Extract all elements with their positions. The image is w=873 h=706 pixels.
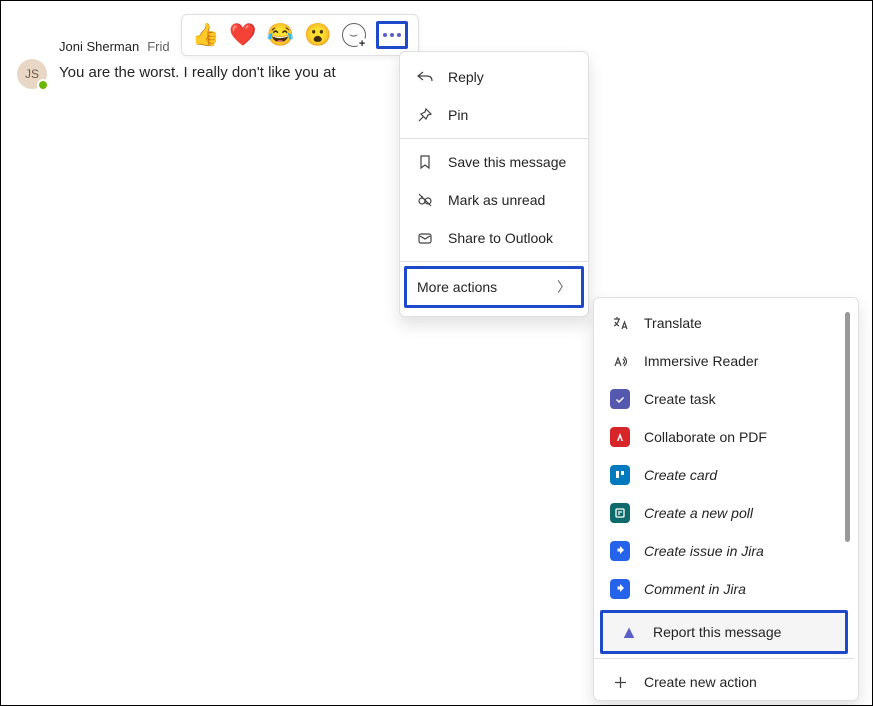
jira-app-icon [610,541,630,561]
submenu-create-new-action[interactable]: Create new action [594,663,854,694]
reaction-like-icon[interactable]: 👍 [192,24,219,46]
context-menu: Reply Pin Save this message Mark as unre… [399,51,589,317]
presence-available-icon [37,79,49,91]
reaction-toolbar: 👍 ❤️ 😂 😮 + [181,14,419,56]
submenu-immersive-label: Immersive Reader [644,353,758,369]
immersive-reader-icon [610,351,630,371]
pin-icon [416,106,434,124]
menu-save[interactable]: Save this message [400,143,588,181]
menu-share-outlook[interactable]: Share to Outlook [400,219,588,257]
submenu-jira-issue[interactable]: Create issue in Jira [594,532,854,570]
submenu-jira-issue-label: Create issue in Jira [644,543,764,559]
menu-pin-label: Pin [448,107,468,123]
avatar-container[interactable]: JS [17,59,47,89]
jira-app-icon [610,579,630,599]
translate-icon [610,313,630,333]
menu-more-label: More actions [417,279,497,295]
submenu-pdf-label: Collaborate on PDF [644,429,767,445]
submenu-jira-comment-label: Comment in Jira [644,581,746,597]
submenu-task-label: Create task [644,391,716,407]
sender-name[interactable]: Joni Sherman [59,39,139,54]
submenu-collaborate-pdf[interactable]: Collaborate on PDF [594,418,854,456]
chevron-right-icon: 〉 [557,277,571,297]
message-timestamp: Frid [147,39,169,54]
menu-reply-label: Reply [448,69,484,85]
submenu-create-card[interactable]: Create card [594,456,854,494]
scrollbar[interactable] [845,312,850,542]
reaction-laugh-icon[interactable]: 😂 [267,24,294,46]
menu-divider [400,138,588,139]
more-actions-submenu: Translate Immersive Reader Create task C… [593,297,859,701]
more-options-button[interactable] [376,21,408,49]
plus-icon: + [357,38,368,49]
submenu-poll-label: Create a new poll [644,505,753,521]
reaction-heart-icon[interactable]: ❤️ [229,24,256,46]
add-reaction-icon[interactable]: + [342,23,366,47]
submenu-card-label: Create card [644,467,717,483]
reaction-surprised-icon[interactable]: 😮 [304,24,331,46]
submenu-jira-comment[interactable]: Comment in Jira [594,570,854,608]
submenu-report-message[interactable]: ▲ Report this message [600,610,848,654]
reply-icon [416,68,434,86]
submenu-report-label: Report this message [653,624,781,640]
submenu-create-task[interactable]: Create task [594,380,854,418]
submenu-new-action-label: Create new action [644,674,757,690]
menu-reply[interactable]: Reply [400,58,588,96]
submenu-translate-label: Translate [644,315,702,331]
menu-save-label: Save this message [448,154,566,170]
forms-app-icon [610,503,630,523]
warning-icon: ▲ [619,622,639,642]
menu-share-label: Share to Outlook [448,230,553,246]
trello-app-icon [610,465,630,485]
menu-more-actions[interactable]: More actions 〉 [404,266,584,308]
bookmark-icon [416,153,434,171]
menu-divider [400,261,588,262]
unread-icon [416,191,434,209]
menu-divider [594,658,854,659]
menu-unread-label: Mark as unread [448,192,545,208]
adobe-app-icon [610,427,630,447]
plus-icon [610,672,630,692]
submenu-create-poll[interactable]: Create a new poll [594,494,854,532]
tasks-app-icon [610,389,630,409]
submenu-translate[interactable]: Translate [594,304,854,342]
mail-icon [416,229,434,247]
menu-unread[interactable]: Mark as unread [400,181,588,219]
menu-pin[interactable]: Pin [400,96,588,134]
submenu-immersive-reader[interactable]: Immersive Reader [594,342,854,380]
